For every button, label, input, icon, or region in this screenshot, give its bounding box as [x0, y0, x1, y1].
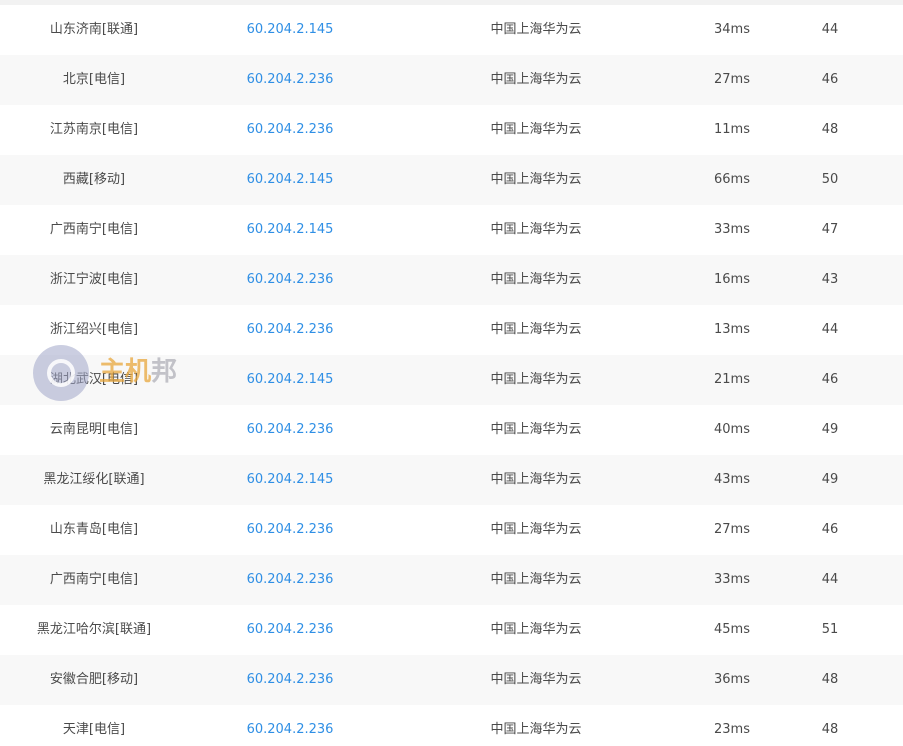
- table-row: 山东济南[联通] 60.204.2.145 中国上海华为云 34ms 44: [0, 5, 903, 55]
- ip-link[interactable]: 60.204.2.236: [190, 655, 390, 705]
- location-cell: 广西南宁[电信]: [49, 222, 139, 237]
- ttl-cell: 49: [821, 472, 839, 487]
- response-time-cell: 34ms: [714, 22, 750, 37]
- location-cell: 安徽合肥[移动]: [49, 672, 139, 687]
- geo-cell: 中国上海华为云: [490, 322, 582, 337]
- location-cell: 黑龙江绥化[联通]: [43, 472, 145, 487]
- ip-link[interactable]: 60.204.2.236: [190, 305, 390, 355]
- ttl-cell: 44: [821, 22, 839, 37]
- ping-results-page: 山东济南[联通] 60.204.2.145 中国上海华为云 34ms 44 北京[电信] 6…: [0, 0, 903, 746]
- ttl-cell: 44: [821, 322, 839, 337]
- table-row: 黑龙江哈尔滨[联通] 60.204.2.236 中国上海华为云 45ms 51: [0, 605, 903, 655]
- geo-cell: 中国上海华为云: [490, 672, 582, 687]
- ttl-cell: 46: [821, 72, 839, 87]
- response-time-cell: 21ms: [714, 372, 750, 387]
- ip-link[interactable]: 60.204.2.236: [190, 105, 390, 155]
- ttl-cell: 51: [821, 622, 839, 637]
- ttl-cell: 46: [821, 372, 839, 387]
- table-row: 浙江宁波[电信] 60.204.2.236 中国上海华为云 16ms 43: [0, 255, 903, 305]
- ip-link[interactable]: 60.204.2.145: [190, 205, 390, 255]
- location-cell: 浙江绍兴[电信]: [49, 322, 139, 337]
- response-time-cell: 27ms: [714, 72, 750, 87]
- geo-cell: 中国上海华为云: [490, 172, 582, 187]
- response-time-cell: 43ms: [714, 472, 750, 487]
- ip-link[interactable]: 60.204.2.236: [190, 505, 390, 555]
- geo-cell: 中国上海华为云: [490, 722, 582, 737]
- geo-cell: 中国上海华为云: [490, 522, 582, 537]
- ip-link[interactable]: 60.204.2.236: [190, 255, 390, 305]
- location-cell: 浙江宁波[电信]: [49, 272, 139, 287]
- ttl-cell: 46: [821, 522, 839, 537]
- location-cell: 山东济南[联通]: [49, 22, 139, 37]
- ip-link[interactable]: 60.204.2.145: [190, 155, 390, 205]
- ttl-cell: 43: [821, 272, 839, 287]
- geo-cell: 中国上海华为云: [490, 272, 582, 287]
- location-cell: 天津[电信]: [62, 722, 126, 737]
- ip-link[interactable]: 60.204.2.236: [190, 55, 390, 105]
- ttl-cell: 50: [821, 172, 839, 187]
- table-row: 云南昆明[电信] 60.204.2.236 中国上海华为云 40ms 49: [0, 405, 903, 455]
- table-row: 湖北武汉[电信] 60.204.2.145 中国上海华为云 21ms 46: [0, 355, 903, 405]
- response-time-cell: 36ms: [714, 672, 750, 687]
- ttl-cell: 49: [821, 422, 839, 437]
- response-time-cell: 11ms: [714, 122, 750, 137]
- response-time-cell: 23ms: [714, 722, 750, 737]
- response-time-cell: 40ms: [714, 422, 750, 437]
- response-time-cell: 45ms: [714, 622, 750, 637]
- geo-cell: 中国上海华为云: [490, 472, 582, 487]
- response-time-cell: 16ms: [714, 272, 750, 287]
- table-row: 天津[电信] 60.204.2.236 中国上海华为云 23ms 48: [0, 705, 903, 746]
- response-time-cell: 33ms: [714, 222, 750, 237]
- table-row: 江苏南京[电信] 60.204.2.236 中国上海华为云 11ms 48: [0, 105, 903, 155]
- geo-cell: 中国上海华为云: [490, 422, 582, 437]
- location-cell: 江苏南京[电信]: [49, 122, 139, 137]
- table-row: 广西南宁[电信] 60.204.2.145 中国上海华为云 33ms 47: [0, 205, 903, 255]
- ip-link[interactable]: 60.204.2.236: [190, 605, 390, 655]
- location-cell: 广西南宁[电信]: [49, 572, 139, 587]
- ip-link[interactable]: 60.204.2.236: [190, 705, 390, 746]
- table-row: 广西南宁[电信] 60.204.2.236 中国上海华为云 33ms 44: [0, 555, 903, 605]
- geo-cell: 中国上海华为云: [490, 122, 582, 137]
- geo-cell: 中国上海华为云: [490, 572, 582, 587]
- response-time-cell: 33ms: [714, 572, 750, 587]
- geo-cell: 中国上海华为云: [490, 222, 582, 237]
- response-time-cell: 27ms: [714, 522, 750, 537]
- table-row: 西藏[移动] 60.204.2.145 中国上海华为云 66ms 50: [0, 155, 903, 205]
- location-cell: 山东青岛[电信]: [49, 522, 139, 537]
- ip-link[interactable]: 60.204.2.236: [190, 555, 390, 605]
- response-time-cell: 66ms: [714, 172, 750, 187]
- table-row: 浙江绍兴[电信] 60.204.2.236 中国上海华为云 13ms 44: [0, 305, 903, 355]
- location-cell: 北京[电信]: [62, 72, 126, 87]
- geo-cell: 中国上海华为云: [490, 622, 582, 637]
- table-row: 北京[电信] 60.204.2.236 中国上海华为云 27ms 46: [0, 55, 903, 105]
- table-row: 山东青岛[电信] 60.204.2.236 中国上海华为云 27ms 46: [0, 505, 903, 555]
- ip-link[interactable]: 60.204.2.145: [190, 5, 390, 55]
- ttl-cell: 48: [821, 122, 839, 137]
- ip-link[interactable]: 60.204.2.236: [190, 405, 390, 455]
- location-cell: 云南昆明[电信]: [49, 422, 139, 437]
- ttl-cell: 48: [821, 722, 839, 737]
- location-cell: 黑龙江哈尔滨[联通]: [36, 622, 152, 637]
- ttl-cell: 47: [821, 222, 839, 237]
- geo-cell: 中国上海华为云: [490, 72, 582, 87]
- location-cell: 湖北武汉[电信]: [49, 372, 139, 387]
- ip-link[interactable]: 60.204.2.145: [190, 455, 390, 505]
- ttl-cell: 44: [821, 572, 839, 587]
- ip-link[interactable]: 60.204.2.145: [190, 355, 390, 405]
- table-row: 安徽合肥[移动] 60.204.2.236 中国上海华为云 36ms 48: [0, 655, 903, 705]
- table-row: 黑龙江绥化[联通] 60.204.2.145 中国上海华为云 43ms 49: [0, 455, 903, 505]
- location-cell: 西藏[移动]: [62, 172, 126, 187]
- ping-results-table: 山东济南[联通] 60.204.2.145 中国上海华为云 34ms 44 北京[电信] 6…: [0, 5, 903, 746]
- response-time-cell: 13ms: [714, 322, 750, 337]
- ttl-cell: 48: [821, 672, 839, 687]
- geo-cell: 中国上海华为云: [490, 372, 582, 387]
- geo-cell: 中国上海华为云: [490, 22, 582, 37]
